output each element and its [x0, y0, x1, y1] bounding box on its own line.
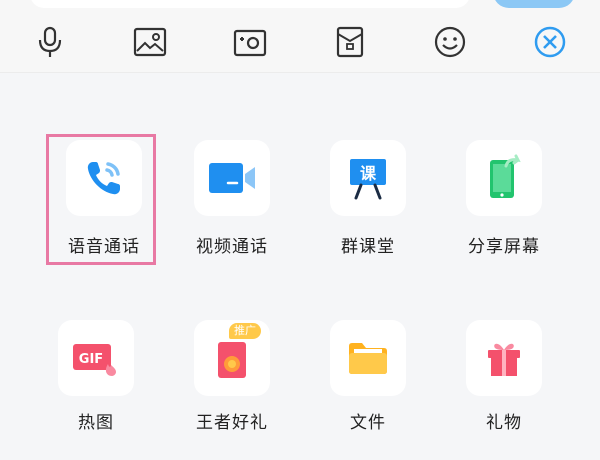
close-button[interactable] — [528, 20, 572, 64]
input-toolbar — [0, 0, 600, 73]
share-screen-label: 分享屏幕 — [468, 237, 540, 257]
honor-gift-item[interactable]: 王者好礼 — [172, 320, 292, 460]
send-button[interactable] — [493, 0, 575, 8]
microphone-icon — [38, 26, 62, 57]
group-class-tile: 课 — [330, 140, 406, 216]
gift-icon — [488, 343, 520, 376]
camera-button[interactable] — [228, 20, 272, 64]
svg-text:课: 课 — [360, 164, 377, 183]
close-icon — [534, 26, 566, 58]
emoji-button[interactable] — [428, 20, 472, 64]
gif-icon: GIF — [73, 344, 116, 376]
group-class-label: 群课堂 — [341, 237, 395, 257]
voice-call-tile — [66, 140, 142, 216]
gift-item[interactable]: 礼物 — [444, 320, 564, 460]
share-screen-icon — [490, 154, 521, 198]
hot-gif-label: 热图 — [78, 413, 114, 433]
file-tile — [330, 320, 406, 396]
folder-icon — [349, 343, 387, 374]
gift-tile — [466, 320, 542, 396]
share-screen-tile — [466, 140, 542, 216]
image-icon — [133, 27, 167, 57]
voice-call-item[interactable]: 语音通话 — [44, 140, 164, 280]
game-gift-icon — [218, 342, 246, 378]
image-button[interactable] — [128, 20, 172, 64]
video-call-tile — [194, 140, 270, 216]
message-input[interactable] — [30, 0, 470, 8]
video-call-label: 视频通话 — [196, 237, 268, 257]
promo-badge: 推广 — [229, 323, 261, 339]
honor-gift-label: 王者好礼 — [196, 413, 268, 433]
classroom-icon: 课 — [350, 159, 386, 200]
microphone-button[interactable] — [28, 20, 72, 64]
hot-gif-item[interactable]: GIF 热图 — [36, 320, 156, 460]
red-packet-icon — [336, 26, 364, 58]
camera-icon — [233, 29, 267, 57]
gift-label: 礼物 — [486, 413, 522, 433]
video-call-item[interactable]: 视频通话 — [172, 140, 292, 280]
share-screen-item[interactable]: 分享屏幕 — [444, 140, 564, 280]
file-label: 文件 — [350, 413, 386, 433]
video-camera-icon — [209, 163, 255, 193]
file-item[interactable]: 文件 — [308, 320, 428, 460]
phone-icon — [87, 162, 120, 195]
red-packet-button[interactable] — [328, 20, 372, 64]
voice-call-label: 语音通话 — [68, 237, 140, 257]
emoji-icon — [434, 26, 466, 58]
svg-text:GIF: GIF — [79, 352, 103, 367]
hot-gif-tile: GIF — [58, 320, 134, 396]
group-class-item[interactable]: 课 群课堂 — [308, 140, 428, 280]
